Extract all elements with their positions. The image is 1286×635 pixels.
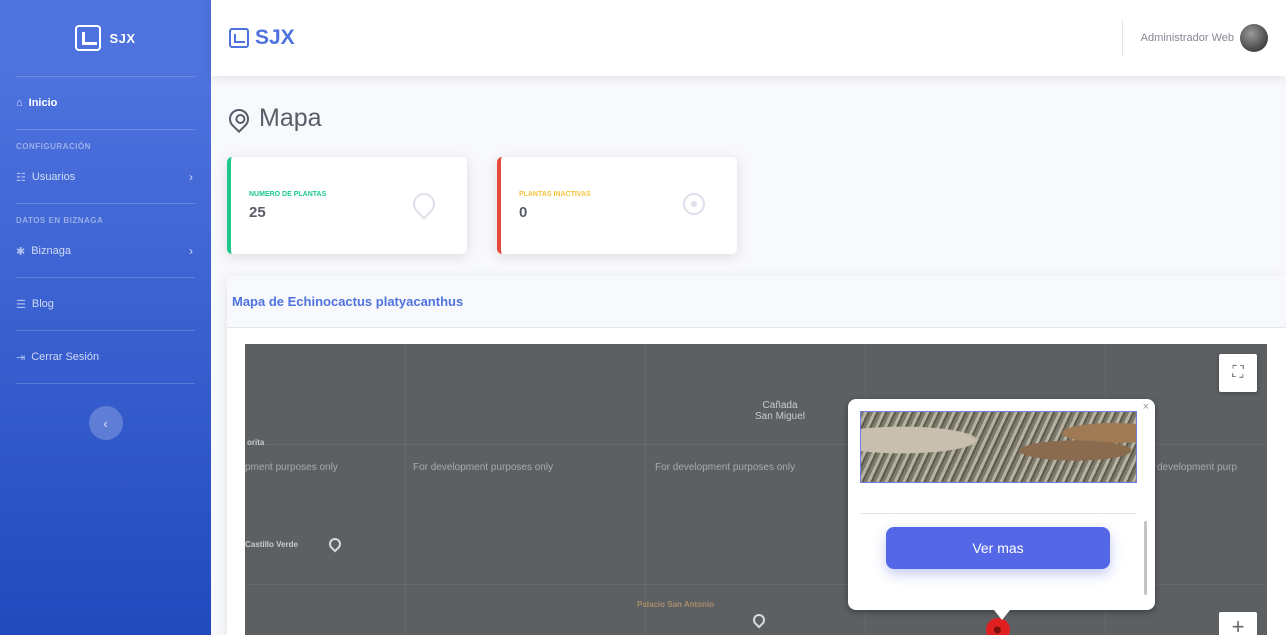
map-poi-icon (750, 611, 768, 629)
map-watermark: For development purposes only (413, 462, 554, 473)
map-place-bottom: Palacio San Antonio (637, 600, 715, 609)
map-poi-icon (326, 535, 344, 553)
radiation-icon (683, 193, 705, 215)
plus-icon: + (1231, 614, 1245, 635)
map-place-canada: Cañada San Miguel (755, 400, 806, 422)
map-card-title: Mapa de Echinocactus platyacanthus (232, 294, 464, 309)
sidebar-item-inicio[interactable]: ⌂ Inicio (0, 77, 211, 129)
map-card-header: Mapa de Echinocactus platyacanthus (227, 276, 1286, 328)
stat-card-numero-plantas: NUMERO DE PLANTAS 25 (227, 157, 467, 254)
sidebar-item-label: Cerrar Sesión (31, 351, 100, 363)
blog-icon: ☰ (16, 298, 26, 311)
plant-photo (860, 411, 1137, 483)
map-gridline (405, 344, 406, 635)
topbar-brand-name: SJX (255, 26, 295, 49)
chevron-right-icon: › (189, 170, 193, 184)
page-title: Mapa (224, 104, 322, 133)
topbar: SJX Administrador Web (211, 0, 1286, 76)
sidebar-item-usuarios[interactable]: ☷ Usuarios › (0, 151, 211, 203)
map-watermark: development purp (1157, 462, 1238, 473)
sidebar: SJX ⌂ Inicio CONFIGURACIÓN ☷ Usuarios › … (0, 0, 211, 635)
fullscreen-button[interactable]: ⛶ (1219, 354, 1257, 392)
sidebar-heading-datos: DATOS EN BIZNAGA (16, 216, 104, 225)
map-gridline (645, 344, 646, 635)
user-dropdown[interactable]: Administrador Web (1121, 20, 1268, 56)
topbar-brand[interactable]: SJX (229, 26, 295, 50)
map-watermark: pment purposes only (245, 462, 338, 473)
sidebar-item-cerrar-sesion[interactable]: ⇥ Cerrar Sesión (0, 331, 211, 383)
plant-icon: ✱ (16, 245, 26, 258)
sidebar-toggle-button[interactable]: ‹ (88, 406, 123, 440)
ver-mas-button[interactable]: Ver mas (886, 527, 1110, 569)
map-place-castillo: Castillo Verde (245, 540, 298, 549)
stat-card-plantas-inactivas: PLANTAS INACTIVAS 0 (497, 157, 737, 254)
chart-logo-icon (75, 25, 102, 51)
user-name: Administrador Web (1140, 32, 1234, 44)
sidebar-item-label: Biznaga (31, 245, 71, 257)
logout-icon: ⇥ (16, 351, 26, 364)
sidebar-item-label: Inicio (28, 97, 58, 109)
info-scrollbar[interactable] (1144, 521, 1147, 595)
sidebar-item-label: Blog (31, 298, 54, 310)
sidebar-divider (16, 383, 195, 384)
sidebar-brand[interactable]: SJX (0, 0, 211, 76)
brand-name: SJX (109, 30, 136, 46)
avatar (1240, 24, 1268, 52)
map-place-label: orita (247, 438, 265, 447)
map-pin-icon (224, 104, 254, 133)
map-info-window: × Ver mas (848, 399, 1155, 620)
chevron-left-icon: ‹ (103, 415, 108, 431)
sidebar-item-label: Usuarios (31, 171, 76, 183)
home-icon: ⌂ (16, 97, 23, 109)
chart-logo-icon (229, 28, 249, 48)
sidebar-item-blog[interactable]: ☰ Blog (0, 278, 211, 330)
users-icon: ☷ (16, 171, 26, 184)
page-title-text: Mapa (259, 104, 322, 132)
sidebar-item-biznaga[interactable]: ✱ Biznaga › (0, 225, 211, 277)
close-icon[interactable]: × (1143, 401, 1149, 413)
fullscreen-icon: ⛶ (1232, 364, 1244, 381)
sidebar-heading-configuracion: CONFIGURACIÓN (16, 142, 91, 151)
map-watermark: For development purposes only (655, 462, 796, 473)
zoom-in-button[interactable]: + (1219, 612, 1257, 635)
chevron-right-icon: › (189, 244, 193, 258)
info-divider (860, 513, 1137, 514)
